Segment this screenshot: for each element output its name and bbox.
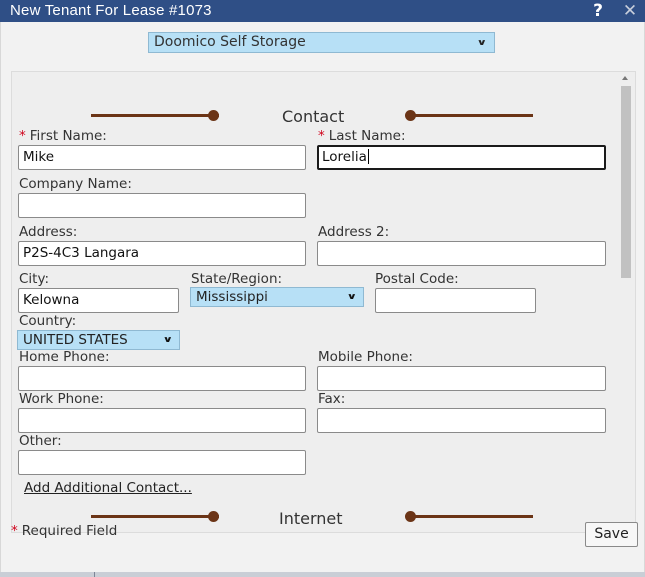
dialog-body: Doomico Self Storage ∨ Contact * First Na…: [0, 22, 645, 572]
last-name-label: * Last Name:: [318, 128, 406, 144]
address2-field[interactable]: [317, 241, 606, 266]
form-scrollbar[interactable]: [618, 72, 634, 532]
dialog-title: New Tenant For Lease #1073: [10, 2, 212, 19]
save-button[interactable]: Save: [585, 522, 638, 547]
scrollbar-thumb[interactable]: [621, 86, 631, 278]
mobile-phone-label: Mobile Phone:: [318, 349, 413, 365]
chevron-down-icon: ∨: [476, 37, 487, 48]
work-phone-field[interactable]: [18, 408, 306, 433]
first-name-label: * First Name:: [19, 128, 107, 144]
required-marker: *: [11, 523, 18, 539]
section-title-contact: Contact: [282, 107, 345, 126]
state-label: State/Region:: [191, 271, 283, 287]
company-name-field[interactable]: [18, 193, 306, 218]
other-field[interactable]: [18, 450, 306, 475]
section-divider-right: [405, 511, 533, 522]
address-label: Address:: [19, 224, 78, 240]
state-select-value: Mississippi: [196, 289, 268, 305]
country-select-value: UNITED STATES: [23, 332, 128, 348]
address2-label: Address 2:: [318, 224, 390, 240]
window-bottom-edge: [0, 572, 645, 577]
last-name-value: Lorelia: [322, 149, 367, 165]
fax-label: Fax:: [318, 391, 346, 407]
facility-select-value: Doomico Self Storage: [154, 34, 306, 50]
city-field[interactable]: Kelowna: [18, 288, 179, 313]
postal-code-label: Postal Code:: [375, 271, 459, 287]
required-marker: *: [19, 128, 26, 144]
work-phone-label: Work Phone:: [19, 391, 104, 407]
required-field-note: * Required Field: [11, 523, 118, 539]
help-icon[interactable]: ?: [590, 1, 606, 21]
dialog-titlebar: New Tenant For Lease #1073 ? ✕: [0, 0, 645, 22]
section-divider-right: [405, 110, 533, 121]
facility-select[interactable]: Doomico Self Storage ∨: [148, 32, 495, 53]
scroll-up-arrow-icon[interactable]: [622, 76, 628, 80]
close-icon[interactable]: ✕: [622, 1, 638, 21]
text-caret: [367, 149, 369, 164]
home-phone-label: Home Phone:: [19, 349, 110, 365]
home-phone-field[interactable]: [18, 366, 306, 391]
last-name-field[interactable]: Lorelia: [317, 145, 606, 170]
country-label: Country:: [19, 313, 77, 329]
address-field[interactable]: P2S-4C3 Langara: [18, 241, 306, 266]
required-marker: *: [318, 128, 325, 144]
form-panel[interactable]: Contact * First Name: Mike * Last Name: Lo…: [11, 71, 636, 533]
chevron-down-icon: ∨: [162, 334, 173, 345]
state-select[interactable]: Mississippi ∨: [190, 287, 364, 307]
chevron-down-icon: ∨: [346, 291, 357, 302]
section-title-internet: Internet: [279, 509, 343, 528]
add-additional-contact-link[interactable]: Add Additional Contact...: [24, 480, 192, 496]
city-label: City:: [19, 271, 50, 287]
section-divider-left: [91, 511, 219, 522]
mobile-phone-field[interactable]: [317, 366, 606, 391]
section-divider-left: [91, 110, 219, 121]
company-name-label: Company Name:: [19, 176, 132, 192]
country-select[interactable]: UNITED STATES ∨: [17, 330, 180, 350]
fax-field[interactable]: [317, 408, 606, 433]
postal-code-field[interactable]: [375, 288, 536, 313]
first-name-field[interactable]: Mike: [18, 145, 306, 170]
other-label: Other:: [19, 433, 62, 449]
